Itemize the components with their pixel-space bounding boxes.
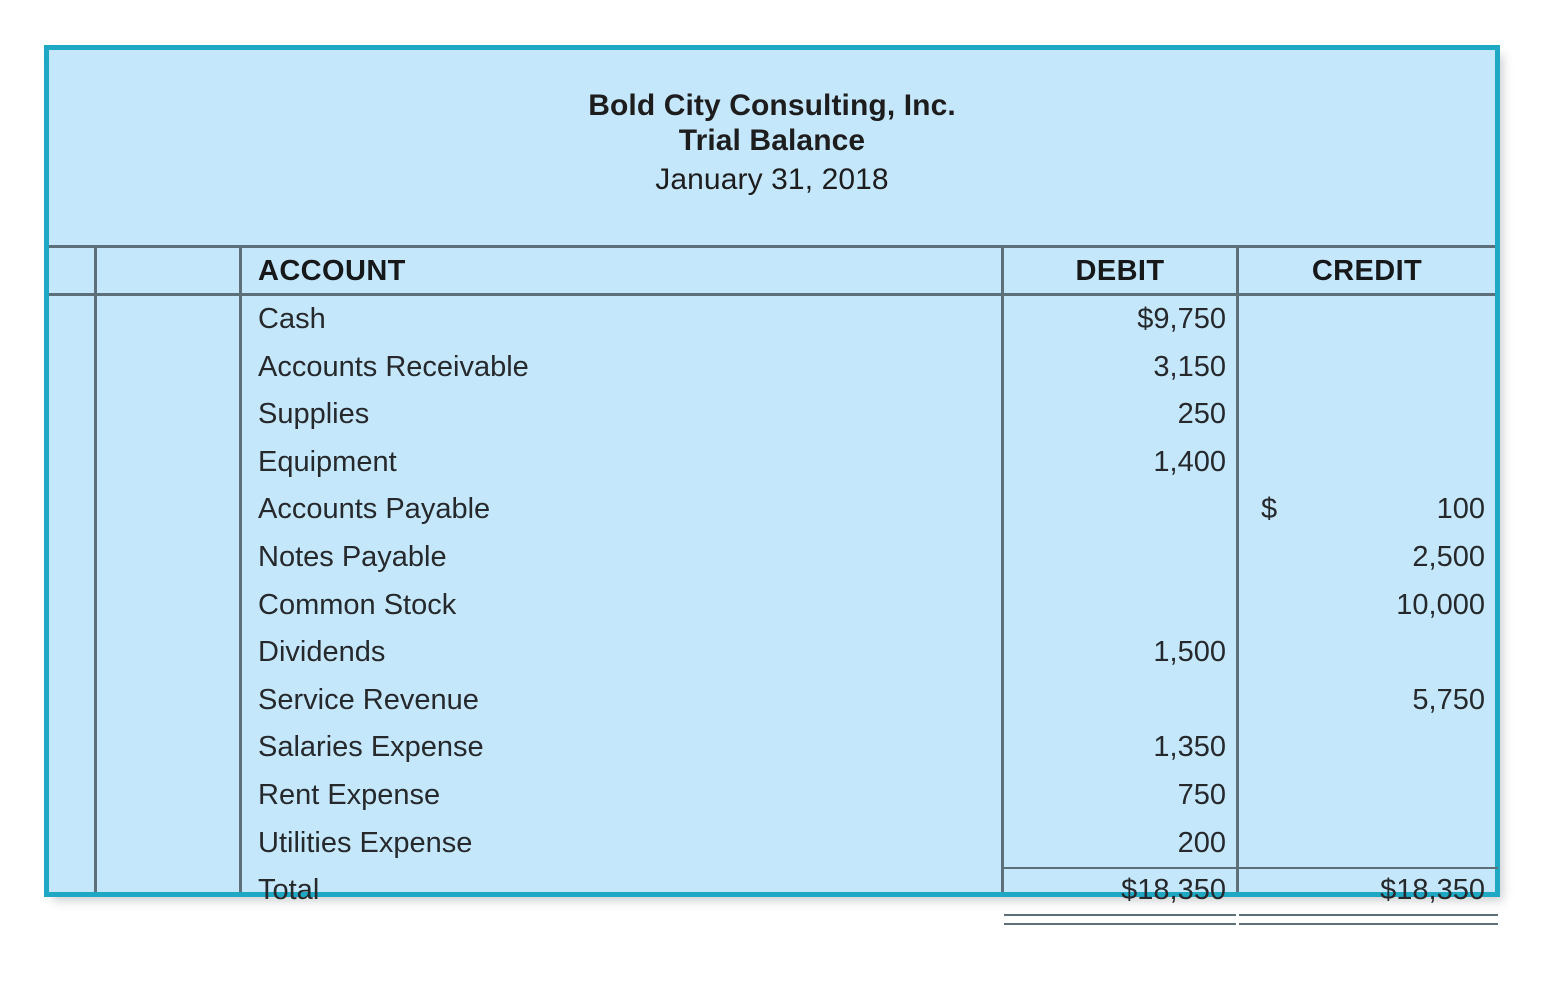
- column-header-account: ACCOUNT: [258, 255, 406, 287]
- account-name: Supplies: [258, 398, 370, 431]
- table-row: Accounts Receivable 3,150: [49, 344, 1495, 392]
- debit-amount: [1004, 582, 1226, 630]
- credit-amount: [1239, 391, 1485, 439]
- account-name: Dividends: [258, 636, 386, 669]
- debit-amount: 3,150: [1153, 350, 1226, 383]
- credit-amount: [1239, 296, 1485, 344]
- table-row: Salaries Expense 1,350: [49, 724, 1495, 772]
- debit-amount: 750: [1177, 778, 1226, 811]
- column-header-credit: CREDIT: [1311, 255, 1423, 287]
- table-row: Service Revenue 5,750: [49, 677, 1495, 725]
- debit-amount: $9,750: [1137, 303, 1226, 335]
- debit-amount: 1,400: [1153, 445, 1226, 478]
- table-row: Accounts Payable $100: [49, 486, 1495, 534]
- credit-amount: $100: [1239, 486, 1485, 534]
- table-row: Equipment 1,400: [49, 439, 1495, 487]
- total-debit-amount: $18,350: [1121, 874, 1226, 907]
- table-row: Rent Expense 750: [49, 772, 1495, 820]
- account-name: Accounts Receivable: [258, 350, 529, 383]
- total-credit-amount: $18,350: [1380, 874, 1485, 907]
- credit-amount: [1239, 724, 1485, 772]
- total-label: Total: [258, 874, 320, 907]
- credit-amount: [1239, 772, 1485, 820]
- company-name: Bold City Consulting, Inc.: [588, 89, 956, 122]
- table-row: Utilities Expense 200: [49, 820, 1495, 868]
- account-name: Accounts Payable: [258, 493, 491, 526]
- credit-amount: 10,000: [1396, 588, 1485, 621]
- credit-amount: [1239, 344, 1485, 392]
- table-row: Cash $9,750: [49, 296, 1495, 344]
- credit-amount: 5,750: [1412, 683, 1485, 716]
- credit-amount: [1239, 439, 1485, 487]
- statement-heading: Bold City Consulting, Inc. Trial Balance…: [49, 50, 1495, 197]
- debit-amount: 1,350: [1153, 731, 1226, 764]
- trial-balance-sheet: Bold City Consulting, Inc. Trial Balance…: [44, 45, 1500, 926]
- debit-amount: 200: [1177, 826, 1226, 859]
- account-name: Utilities Expense: [258, 826, 473, 859]
- table-row: Notes Payable 2,500: [49, 534, 1495, 582]
- debit-amount: 250: [1177, 398, 1226, 431]
- debit-amount: [1004, 677, 1226, 725]
- total-rule-below-credit-2: [1239, 923, 1498, 926]
- account-name: Cash: [258, 303, 326, 335]
- account-name: Service Revenue: [258, 683, 479, 716]
- credit-amount: [1239, 629, 1485, 677]
- account-name: Rent Expense: [258, 778, 441, 811]
- table-row: Common Stock 10,000: [49, 582, 1495, 630]
- account-name: Equipment: [258, 445, 397, 478]
- table-row: Dividends 1,500: [49, 629, 1495, 677]
- ledger-rows: Cash $9,750 Accounts Receivable 3,150 Suppli…: [49, 296, 1498, 926]
- credit-amount: [1239, 820, 1485, 868]
- statement-date: January 31, 2018: [655, 162, 889, 196]
- currency-symbol: $: [1261, 493, 1278, 526]
- account-name: Notes Payable: [258, 540, 447, 573]
- debit-amount: [1004, 534, 1226, 582]
- page-canvas: Bold City Consulting, Inc. Trial Balance…: [0, 0, 1548, 1000]
- credit-amount: 2,500: [1412, 540, 1485, 573]
- account-name: Common Stock: [258, 588, 457, 621]
- debit-amount: [1004, 486, 1226, 534]
- debit-amount: 1,500: [1153, 636, 1226, 669]
- column-header-debit: DEBIT: [1075, 255, 1165, 287]
- table-row: Supplies 250: [49, 391, 1495, 439]
- total-rule-below-debit-2: [1004, 923, 1236, 926]
- header-rule-top: [49, 245, 1495, 248]
- statement-title: Trial Balance: [678, 124, 866, 158]
- table-row-total: Total $18,350 $18,350: [49, 867, 1498, 926]
- account-name: Salaries Expense: [258, 731, 484, 764]
